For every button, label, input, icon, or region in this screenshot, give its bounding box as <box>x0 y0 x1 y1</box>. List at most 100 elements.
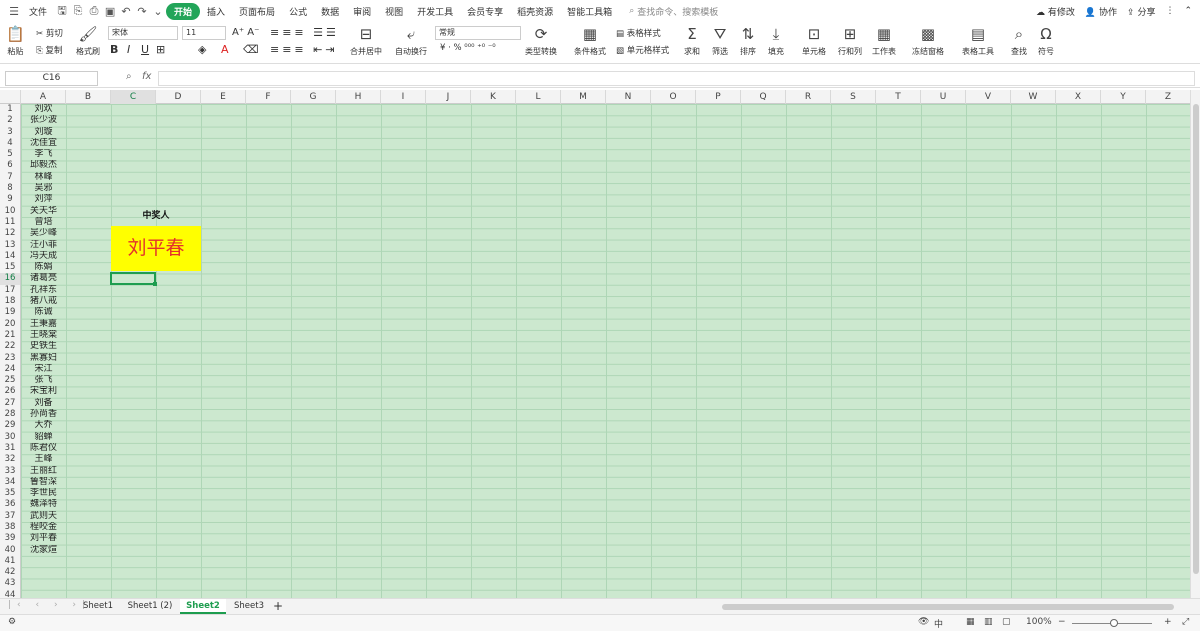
column-header-o[interactable]: O <box>651 90 696 104</box>
find-button[interactable]: ⌕ 查找 <box>1011 24 1027 57</box>
selected-cell[interactable] <box>110 272 157 286</box>
name-cell[interactable]: 程咬金 <box>21 522 66 533</box>
formula-input[interactable] <box>158 71 1195 86</box>
merge-center-button[interactable]: ⊟ 合并居中 <box>350 24 382 57</box>
name-cell[interactable]: 大乔 <box>21 420 66 431</box>
name-cell[interactable]: 关天华 <box>21 206 66 217</box>
name-cell[interactable]: 魏泽特 <box>21 499 66 510</box>
command-search[interactable]: ⌕ 查找命令、搜索模板 <box>629 5 718 18</box>
more-menu-icon[interactable]: ⋮ <box>1165 6 1174 16</box>
macro-icon[interactable]: ⚙ <box>8 617 16 627</box>
column-header-h[interactable]: H <box>336 90 381 104</box>
column-header-t[interactable]: T <box>876 90 921 104</box>
row-header[interactable]: 33 <box>0 466 20 477</box>
underline-icon[interactable]: U <box>141 43 149 56</box>
page-break-view-icon[interactable]: ▢ <box>1002 617 1011 627</box>
eye-protect-icon[interactable]: 👁 <box>918 617 929 627</box>
tab-member[interactable]: 会员专享 <box>460 5 510 18</box>
cell-button[interactable]: ⊡ 单元格 <box>802 24 826 57</box>
name-cell[interactable]: 王丽红 <box>21 466 66 477</box>
column-header-g[interactable]: G <box>291 90 336 104</box>
wrap-text-button[interactable]: ⤶ 自动换行 <box>395 24 427 57</box>
sheet-tab-sheet1-2[interactable]: Sheet1 (2) <box>124 599 176 614</box>
sheet-tab-sheet2[interactable]: Sheet2 <box>180 599 226 614</box>
row-header[interactable]: 21 <box>0 330 20 341</box>
modified-button[interactable]: ☁ 有修改 <box>1036 5 1075 18</box>
undo-icon[interactable]: ↶ <box>118 5 134 18</box>
font-grow-shrink-icon[interactable]: A⁺ A⁻ <box>232 27 259 38</box>
row-header[interactable]: 36 <box>0 499 20 510</box>
name-cell[interactable]: 邱毅杰 <box>21 160 66 171</box>
font-name-select[interactable]: 宋体 <box>108 26 178 40</box>
column-header-u[interactable]: U <box>921 90 966 104</box>
row-header[interactable]: 8 <box>0 183 20 194</box>
row-header[interactable]: 10 <box>0 206 20 217</box>
sheet-tab-sheet3[interactable]: Sheet3 <box>230 599 268 614</box>
name-cell[interactable]: 宋宝利 <box>21 386 66 397</box>
row-header[interactable]: 27 <box>0 398 20 409</box>
row-header[interactable]: 39 <box>0 533 20 544</box>
row-header[interactable]: 17 <box>0 285 20 296</box>
tab-data[interactable]: 数据 <box>314 5 346 18</box>
row-header[interactable]: 6 <box>0 160 20 171</box>
name-cell[interactable]: 王晓棠 <box>21 330 66 341</box>
row-header[interactable]: 43 <box>0 578 20 589</box>
tab-smart-tools[interactable]: 智能工具箱 <box>560 5 619 18</box>
name-cell[interactable]: 吴少峰 <box>21 228 66 239</box>
name-cell[interactable]: 诸葛亮 <box>21 273 66 284</box>
column-header-a[interactable]: A <box>21 90 66 104</box>
name-cell[interactable]: 曾培 <box>21 217 66 228</box>
name-cell[interactable]: 王秉嘉 <box>21 319 66 330</box>
row-header[interactable]: 41 <box>0 556 20 567</box>
row-header[interactable]: 15 <box>0 262 20 273</box>
row-header[interactable]: 44 <box>0 590 20 598</box>
row-header[interactable]: 9 <box>0 194 20 205</box>
sheet-tab-sheet1[interactable]: Sheet1 <box>78 599 118 614</box>
horizontal-scrollbar[interactable] <box>710 602 1188 612</box>
clear-format-icon[interactable]: ⌫ <box>243 43 259 56</box>
winner-name-cell[interactable]: 刘平春 <box>111 226 201 271</box>
name-cell[interactable]: 貂蝉 <box>21 432 66 443</box>
row-header[interactable]: 20 <box>0 319 20 330</box>
column-header-n[interactable]: N <box>606 90 651 104</box>
column-header-z[interactable]: Z <box>1146 90 1190 104</box>
zoom-slider-knob[interactable] <box>1110 619 1118 627</box>
row-header[interactable]: 29 <box>0 420 20 431</box>
row-header[interactable]: 13 <box>0 240 20 251</box>
fill-color-icon[interactable]: ◈ <box>198 43 206 56</box>
row-header[interactable]: 3 <box>0 127 20 138</box>
share-button[interactable]: ⇪ 分享 <box>1127 5 1155 18</box>
select-all-corner[interactable] <box>0 90 21 104</box>
type-convert-button[interactable]: ⟳ 类型转换 <box>525 24 557 57</box>
column-header-l[interactable]: L <box>516 90 561 104</box>
name-cell[interactable]: 刘平春 <box>21 533 66 544</box>
name-cell[interactable]: 刘璇 <box>21 127 66 138</box>
name-cell[interactable]: 刘萍 <box>21 194 66 205</box>
name-cell[interactable]: 宋江 <box>21 364 66 375</box>
name-cell[interactable]: 陈君仪 <box>21 443 66 454</box>
column-header-p[interactable]: P <box>696 90 741 104</box>
tab-insert[interactable]: 插入 <box>200 5 232 18</box>
align-top-icons[interactable]: ≡≡≡ ☰☰ <box>270 26 339 39</box>
symbol-button[interactable]: Ω 符号 <box>1038 24 1054 57</box>
row-header[interactable]: 4 <box>0 138 20 149</box>
row-header[interactable]: 18 <box>0 296 20 307</box>
tab-review[interactable]: 审阅 <box>346 5 378 18</box>
name-cell[interactable]: 林峰 <box>21 172 66 183</box>
column-header-y[interactable]: Y <box>1101 90 1146 104</box>
column-header-i[interactable]: I <box>381 90 426 104</box>
worksheet-button[interactable]: ▦ 工作表 <box>872 24 896 57</box>
table-style-button[interactable]: ▤ 表格样式 <box>616 27 661 39</box>
row-col-button[interactable]: ⊞ 行和列 <box>838 24 862 57</box>
format-painter-button[interactable]: 🖌 格式刷 <box>76 24 100 57</box>
name-cell[interactable]: 武则天 <box>21 511 66 522</box>
currency-percent-icons[interactable]: ¥ · % ⁰⁰⁰ ⁺⁰ ⁻⁰ <box>440 43 496 53</box>
winner-label-cell[interactable]: 中奖人 <box>111 208 201 221</box>
table-tools-button[interactable]: ▤ 表格工具 <box>962 24 994 57</box>
save-icon[interactable]: 🖫 <box>54 2 70 21</box>
hamburger-icon[interactable]: ☰ <box>6 5 22 18</box>
cell-area[interactable] <box>21 104 1190 598</box>
row-header[interactable]: 32 <box>0 454 20 465</box>
column-header-v[interactable]: V <box>966 90 1011 104</box>
column-header-q[interactable]: Q <box>741 90 786 104</box>
